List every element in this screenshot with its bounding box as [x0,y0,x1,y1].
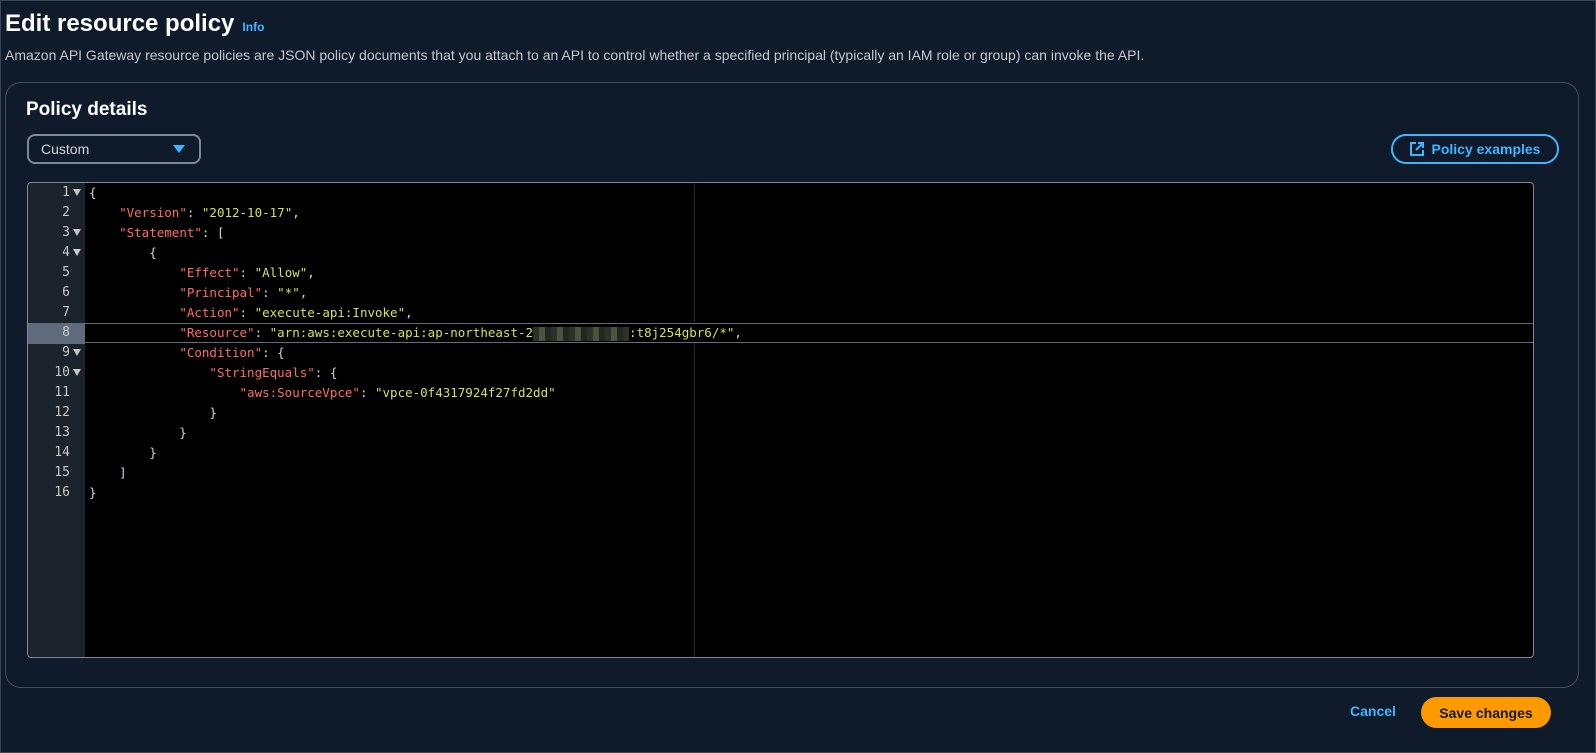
select-value: Custom [41,141,90,157]
policy-details-panel: Policy details Custom Policy examples 1 … [5,82,1579,688]
line-number: 10 [54,365,70,380]
json-string: "2012-10-17" [201,205,293,220]
fold-arrow-icon[interactable] [73,189,81,196]
code-line: 9 "Condition": { [28,343,1533,363]
json-key: "aws:SourceVpce" [239,385,360,400]
save-changes-button[interactable]: Save changes [1421,697,1551,728]
code-line: 7 "Action": "execute-api:Invoke", [28,303,1533,323]
line-number: 14 [54,445,70,460]
page-description: Amazon API Gateway resource policies are… [5,47,1145,63]
code-text: "Version": "2012-10-17", [119,205,300,220]
fold-arrow-icon[interactable] [73,349,81,356]
json-string: "arn:aws:execute-api:ap-northeast-2 [269,325,534,340]
line-number: 9 [62,345,70,360]
code-text: "Action": "execute-api:Invoke", [179,305,413,320]
code-text: "Statement": [ [119,225,225,240]
json-key: "Effect" [179,265,240,280]
json-string: "execute-api:Invoke" [254,305,406,320]
page-title: Edit resource policy [5,10,235,37]
json-key: "Statement" [119,225,202,240]
info-link[interactable]: Info [242,20,264,34]
code-text: "Resource": "arn:aws:execute-api:ap-nort… [179,325,742,341]
caret-down-icon [173,145,185,153]
fold-arrow-icon[interactable] [73,249,81,256]
line-number: 15 [54,465,70,480]
json-string: :t8j254gbr6/*" [629,325,735,340]
code-line: 6 "Principal": "*", [28,283,1533,303]
code-line: 4 { [28,243,1533,263]
line-number: 8 [62,325,70,340]
code-text: "aws:SourceVpce": "vpce-0f4317924f27fd2d… [239,385,556,400]
line-number: 2 [62,205,70,220]
code-text: "Effect": "Allow", [179,265,315,280]
code-line: 3 "Statement": [ [28,223,1533,243]
code-text: ] [89,465,127,480]
cancel-button[interactable]: Cancel [1350,703,1396,719]
json-key: "Resource" [179,325,255,340]
code-text: "Principal": "*", [179,285,308,300]
json-string: "*" [277,285,300,300]
code-line: 14 } [28,443,1533,463]
line-number: 6 [62,285,70,300]
line-number: 7 [62,305,70,320]
code-text: } [89,485,97,500]
code-line: 1 { [28,183,1533,203]
code-line-active: 8 "Resource": "arn:aws:execute-api:ap-no… [28,323,1533,344]
line-number: 5 [62,265,70,280]
json-code-editor[interactable]: 1 { 2 "Version": "2012-10-17", 3 "Statem… [27,182,1534,658]
code-line: 13 } [28,423,1533,443]
code-text: } [89,405,217,420]
code-line: 16 } [28,483,1533,503]
json-key: "Version" [119,205,187,220]
panel-title: Policy details [26,99,148,120]
code-line: 5 "Effect": "Allow", [28,263,1533,283]
fold-arrow-icon[interactable] [73,229,81,236]
line-number: 3 [62,225,70,240]
code-text: { [89,185,97,200]
fold-arrow-icon[interactable] [73,369,81,376]
policy-examples-label: Policy examples [1431,141,1541,157]
json-key: "Principal" [179,285,263,300]
code-line: 15 ] [28,463,1533,483]
line-number: 4 [62,245,70,260]
line-number: 16 [54,485,70,500]
code-text: } [89,425,187,440]
redacted-region [533,326,630,341]
json-string: "vpce-0f4317924f27fd2dd" [375,385,556,400]
line-number: 1 [62,185,70,200]
code-text: } [89,445,157,460]
json-key: "StringEquals" [209,365,315,380]
code-line: 10 "StringEquals": { [28,363,1533,383]
title-row: Edit resource policy Info [5,10,264,38]
json-key: "Condition" [179,345,263,360]
line-number: 13 [54,425,70,440]
code-line: 2 "Version": "2012-10-17", [28,203,1533,223]
json-key: "Action" [179,305,240,320]
code-text: "StringEquals": { [209,365,338,380]
external-link-icon [1409,142,1424,156]
code-line: 11 "aws:SourceVpce": "vpce-0f4317924f27f… [28,383,1533,403]
code-text: "Condition": { [179,345,285,360]
code-line: 12 } [28,403,1533,423]
line-number: 11 [54,385,70,400]
page-header: Edit resource policy Info [5,10,264,38]
policy-template-select[interactable]: Custom [27,134,201,164]
code-text: { [89,245,157,260]
policy-examples-button[interactable]: Policy examples [1391,134,1559,164]
line-number: 12 [54,405,70,420]
json-string: "Allow" [254,265,308,280]
